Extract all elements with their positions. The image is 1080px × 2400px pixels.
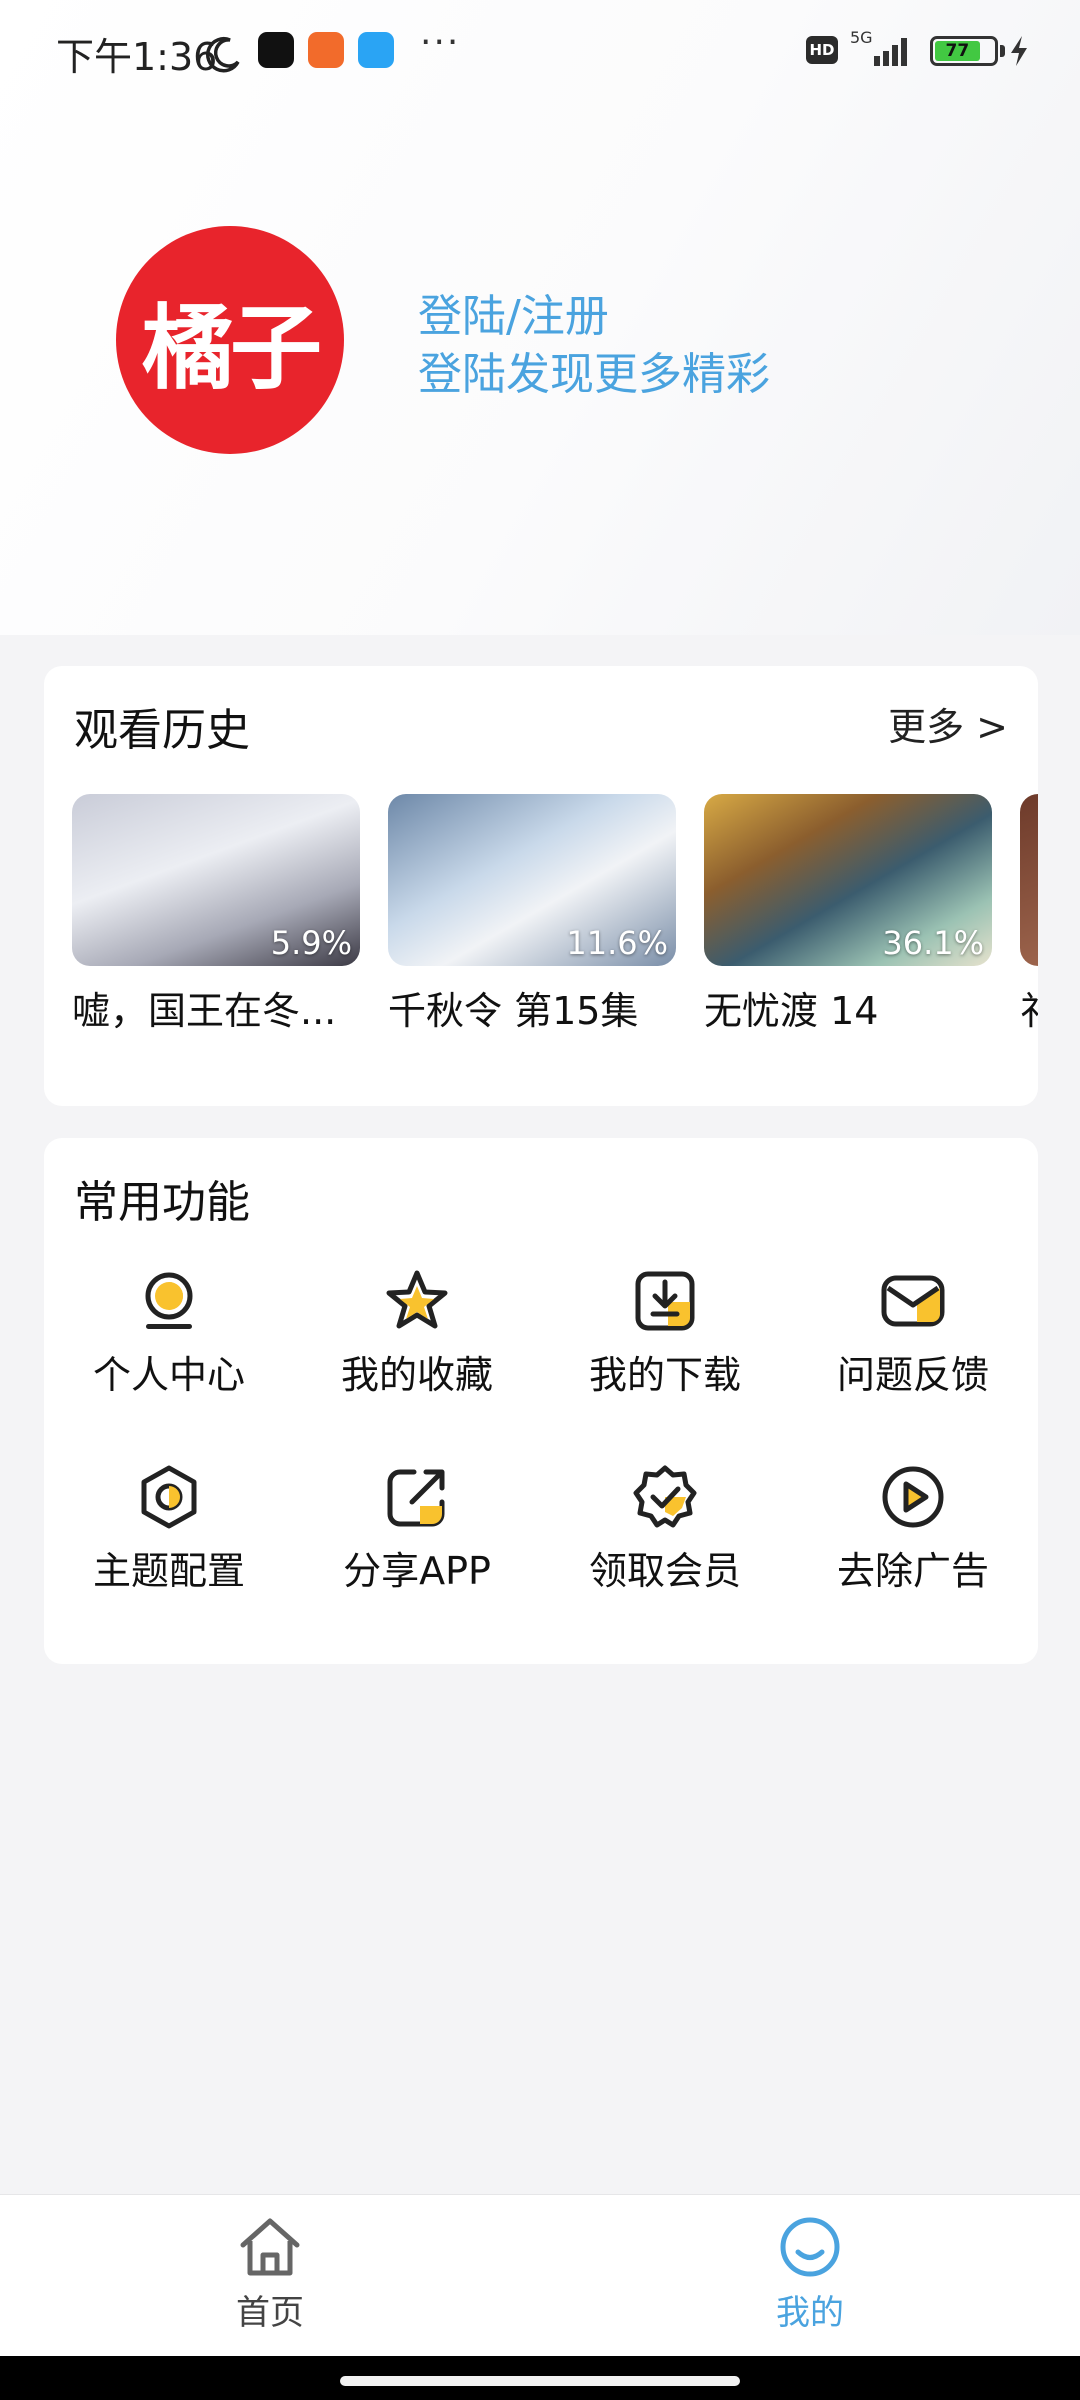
func-label: 分享APP — [343, 1549, 491, 1593]
home-icon — [240, 2218, 300, 2276]
func-label: 领取会员 — [588, 1549, 741, 1593]
history-item-title: 无忧渡 14 — [704, 989, 879, 1033]
history-item-title: 千秋令 第15集 — [388, 989, 639, 1033]
star-icon — [386, 1270, 448, 1329]
profile-page: 下午1:36 ··· HD 5G 77 橘子 登陆/注册 登陆发现更多精彩 观看… — [0, 0, 1080, 2400]
moon-icon — [206, 36, 240, 73]
history-item[interactable]: 11.6% 千秋令 第15集 — [388, 794, 676, 1035]
message-notification-icon — [358, 32, 394, 68]
charging-icon — [1011, 36, 1027, 66]
person-icon — [145, 1272, 193, 1329]
smile-icon — [780, 2217, 840, 2277]
app-notification-icon — [308, 32, 344, 68]
history-progress: 11.6% — [566, 924, 668, 962]
battery-level: 77 — [935, 41, 980, 61]
history-thumbnail[interactable] — [1020, 794, 1038, 966]
history-list: 5.9% 嘘，国王在冬... 11.6% 千秋令 第15集 36.1% 无忧渡 … — [72, 794, 1038, 1074]
nav-mine-label: 我的 — [776, 2293, 844, 2333]
func-theme-config[interactable]: 主题配置 — [44, 1464, 294, 1595]
app-logo[interactable]: 橘子 — [116, 226, 344, 454]
signal-icon — [874, 38, 907, 66]
battery-tip — [1000, 45, 1005, 57]
history-thumbnail[interactable]: 11.6% — [388, 794, 676, 966]
func-label: 去除广告 — [836, 1549, 989, 1593]
func-label: 我的下载 — [588, 1353, 741, 1397]
vip-badge-icon — [633, 1465, 697, 1528]
func-remove-ads[interactable]: 去除广告 — [788, 1464, 1038, 1595]
login-subtitle[interactable]: 登陆发现更多精彩 — [418, 338, 770, 402]
history-item[interactable]: 36.1% 无忧渡 14 — [704, 794, 992, 1035]
func-label: 问题反馈 — [836, 1353, 989, 1397]
battery-icon: 77 — [930, 36, 998, 66]
func-get-vip[interactable]: 领取会员 — [540, 1464, 790, 1595]
tiktok-notification-icon — [258, 32, 294, 68]
common-functions-card: 常用功能 个人中心 我的收藏 我的下载 问题反馈 主题配置 分享APP 领取会员… — [44, 1138, 1038, 1664]
login-register-link[interactable]: 登陆/注册 — [418, 280, 609, 344]
profile-header: 下午1:36 ··· HD 5G 77 橘子 登陆/注册 登陆发现更多精彩 — [0, 0, 1080, 635]
history-item[interactable]: 5.9% 嘘，国王在冬... — [72, 794, 360, 1035]
play-circle-icon — [882, 1466, 944, 1528]
history-progress: 36.1% — [882, 924, 984, 962]
func-my-favorites[interactable]: 我的收藏 — [292, 1268, 542, 1399]
func-feedback[interactable]: 问题反馈 — [788, 1268, 1038, 1399]
hd-badge: HD — [806, 36, 838, 64]
nav-home-tab[interactable]: 首页 — [170, 2215, 370, 2334]
download-icon — [635, 1271, 695, 1331]
more-notifications-icon: ··· — [420, 22, 461, 63]
nav-home-label: 首页 — [236, 2293, 304, 2333]
watch-history-title: 观看历史 — [74, 705, 250, 756]
status-time: 下午1:36 — [56, 35, 218, 79]
func-my-downloads[interactable]: 我的下载 — [540, 1268, 790, 1399]
status-bar: 下午1:36 ··· HD 5G 77 — [0, 0, 1080, 104]
nav-mine-tab[interactable]: 我的 — [710, 2215, 910, 2334]
func-label: 我的收藏 — [340, 1353, 493, 1397]
theme-icon — [141, 1465, 197, 1529]
home-indicator[interactable] — [340, 2376, 740, 2386]
history-item-title: 祁 — [1020, 980, 1038, 1035]
history-thumbnail[interactable]: 36.1% — [704, 794, 992, 966]
common-functions-title: 常用功能 — [74, 1177, 250, 1228]
func-label: 个人中心 — [92, 1353, 245, 1397]
mail-icon — [881, 1275, 945, 1327]
logo-text: 橘子 — [141, 294, 322, 402]
func-share-app[interactable]: 分享APP — [292, 1464, 542, 1595]
func-personal-center[interactable]: 个人中心 — [44, 1268, 294, 1399]
share-icon — [387, 1469, 445, 1527]
history-item[interactable]: 祁 — [1020, 794, 1038, 1035]
func-label: 主题配置 — [92, 1549, 245, 1593]
bottom-nav: 首页 我的 — [0, 2194, 1080, 2356]
watch-history-card: 观看历史 更多 > 5.9% 嘘，国王在冬... 11.6% 千秋令 第15集 … — [44, 666, 1038, 1106]
history-more-link[interactable]: 更多 > — [888, 696, 1008, 751]
history-thumbnail[interactable]: 5.9% — [72, 794, 360, 966]
history-item-title: 嘘，国王在冬... — [72, 989, 337, 1033]
history-progress: 5.9% — [270, 924, 352, 962]
